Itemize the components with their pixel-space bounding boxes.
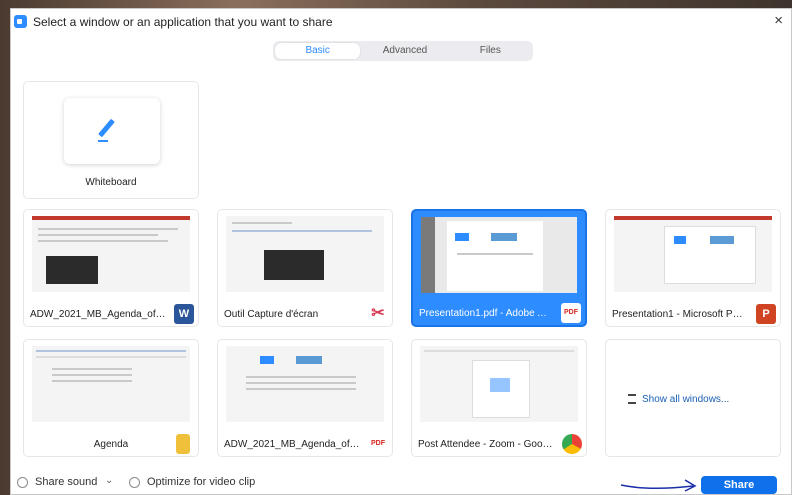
tab-basic[interactable]: Basic <box>275 43 361 59</box>
show-all-windows[interactable]: Show all windows... <box>628 394 729 405</box>
pdf-icon: PDF <box>561 303 581 323</box>
window-card-chrome[interactable]: Post Attendee - Zoom - Google ... <box>411 339 587 457</box>
window-thumbnail <box>421 217 577 293</box>
whiteboard-label: Whiteboard <box>85 177 137 188</box>
chrome-icon <box>562 434 582 454</box>
optimize-video-label: Optimize for video clip <box>147 476 256 488</box>
window-thumbnail <box>226 346 384 422</box>
share-button[interactable]: Share <box>701 476 777 494</box>
window-card-powerpoint[interactable]: Presentation1 - Microsoft Power... P <box>605 209 781 327</box>
window-label: Presentation1 - Microsoft Power... <box>612 309 748 320</box>
window-card-acrobat-2[interactable]: ADW_2021_MB_Agenda_official_f... PDF <box>217 339 393 457</box>
window-thumbnail <box>420 346 578 422</box>
window-thumbnail <box>614 216 772 292</box>
window-thumbnail <box>32 346 190 422</box>
window-thumbnail <box>32 216 190 292</box>
window-label: Presentation1.pdf - Adobe Acrob... <box>419 308 553 319</box>
scissors-icon: ✂ <box>368 304 388 324</box>
show-all-windows-card[interactable]: Show all windows... <box>605 339 781 457</box>
optimize-video-checkbox[interactable] <box>129 477 140 488</box>
word-icon: W <box>174 304 194 324</box>
powerpoint-icon: P <box>756 304 776 324</box>
show-all-label: Show all windows... <box>642 394 730 405</box>
window-label: ADW_2021_MB_Agenda_official_f... <box>224 439 360 450</box>
dialog-title: Select a window or an application that y… <box>33 15 333 29</box>
share-sound-checkbox[interactable] <box>17 477 28 488</box>
window-card-word[interactable]: ADW_2021_MB_Agenda_official_i... W <box>23 209 199 327</box>
pen-icon <box>98 118 115 138</box>
tab-advanced[interactable]: Advanced <box>362 41 447 61</box>
zoom-logo-icon <box>14 15 27 28</box>
window-label: ADW_2021_MB_Agenda_official_i... <box>30 309 166 320</box>
whiteboard-thumbnail <box>64 98 160 164</box>
window-card-snipping-tool[interactable]: Outil Capture d'écran ✂ <box>217 209 393 327</box>
whiteboard-card[interactable]: Whiteboard <box>23 81 199 199</box>
windows-icon <box>628 394 636 405</box>
pdf-icon: PDF <box>368 434 388 454</box>
window-label: Agenda <box>93 439 129 450</box>
share-sound-label: Share sound <box>35 476 98 488</box>
folder-icon <box>176 434 190 454</box>
tab-files[interactable]: Files <box>448 41 533 61</box>
window-label: Outil Capture d'écran <box>224 309 319 320</box>
window-label: Post Attendee - Zoom - Google ... <box>418 439 554 450</box>
sound-dropdown-chevron-icon[interactable]: ⌄ <box>105 475 113 486</box>
share-screen-dialog: Select a window or an application that y… <box>10 8 792 495</box>
footer-bar: Share sound ⌄ Optimize for video clip Sh… <box>11 471 791 495</box>
close-button[interactable]: × <box>774 12 783 29</box>
window-thumbnail <box>226 216 384 292</box>
annotation-arrow-icon <box>620 479 697 492</box>
window-card-acrobat[interactable]: Presentation1.pdf - Adobe Acrob... PDF <box>411 209 587 327</box>
title-bar: Select a window or an application that y… <box>11 9 791 35</box>
tab-bar: Basic Advanced Files <box>273 41 533 61</box>
window-card-file-explorer[interactable]: Agenda <box>23 339 199 457</box>
